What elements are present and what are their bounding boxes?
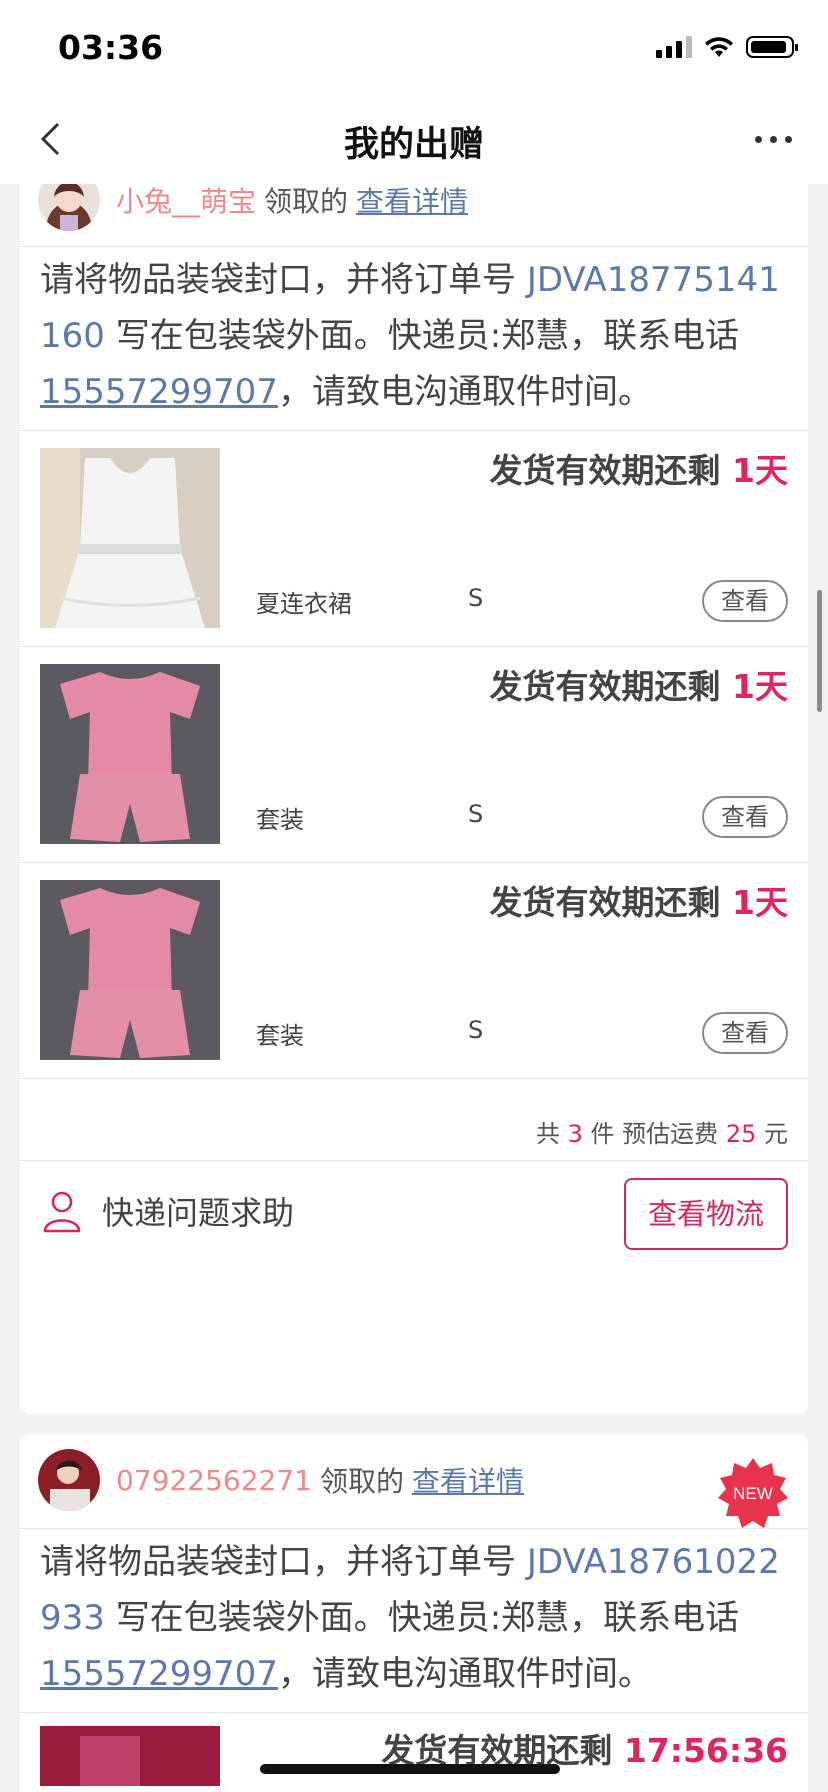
- item-photo: [40, 1726, 220, 1786]
- page-title: 我的出赠: [343, 125, 484, 165]
- status-bar: 03:36: [0, 0, 828, 96]
- item-size: S: [468, 800, 484, 828]
- deadline-value: 17:56:36: [623, 1731, 788, 1770]
- status-icons: [656, 36, 798, 58]
- scrollbar[interactable]: [817, 590, 822, 712]
- receiver-name: 07922562271: [116, 1463, 312, 1497]
- list-item: 发货有效期还剩 1天 夏连衣裙 S 查看: [20, 430, 808, 646]
- home-indicator[interactable]: [260, 1764, 560, 1774]
- item-size: S: [468, 584, 484, 612]
- avatar[interactable]: [38, 1449, 100, 1511]
- user-icon: [43, 1191, 81, 1233]
- divider: [20, 1528, 808, 1529]
- summary-text: 共: [536, 1120, 568, 1148]
- more-options-icon[interactable]: [755, 136, 792, 143]
- item-name: 套装: [256, 1022, 304, 1050]
- order-card: 小兔__萌宝 领取的 查看详情 请将物品装袋封口，并将订单号 JDVA18775…: [20, 184, 808, 1414]
- deadline-value: 1天: [732, 667, 788, 706]
- battery-icon: [746, 36, 798, 58]
- courier-help[interactable]: 快递问题求助: [42, 1188, 294, 1234]
- item-photo-dress: [40, 448, 220, 628]
- view-details-link[interactable]: 查看详情: [356, 184, 468, 220]
- list-item: 发货有效期还剩 1天 套装 S 查看: [20, 646, 808, 862]
- status-time: 03:36: [58, 28, 164, 67]
- order-summary: 共 3 件 预估运费 25 元: [536, 1114, 788, 1149]
- item-photo-set: [40, 880, 220, 1060]
- new-badge-text: NEW: [733, 1484, 773, 1503]
- ship-deadline: 发货有效期还剩 1天: [490, 444, 788, 492]
- help-label: 快递问题求助: [102, 1194, 295, 1232]
- received-label: 领取的: [319, 1465, 404, 1498]
- item-name: 套装: [256, 806, 304, 834]
- item-count: 3: [567, 1120, 583, 1148]
- view-item-button[interactable]: 查看: [702, 1012, 788, 1054]
- courier-phone-link[interactable]: 15557299707: [40, 1654, 278, 1694]
- receiver-row: 07922562271 领取的 查看详情: [20, 1440, 808, 1520]
- item-photo-set: [40, 664, 220, 844]
- deadline-label: 发货有效期还剩: [489, 451, 733, 490]
- deadline-value: 1天: [732, 883, 788, 922]
- receiver-name: 小兔__萌宝: [116, 185, 257, 218]
- instruction-text: 写在包装袋外面。快递员:郑慧，联系电话: [104, 1598, 740, 1638]
- ship-deadline: 发货有效期还剩 1天: [490, 876, 788, 924]
- ship-deadline: 发货有效期还剩 1天: [490, 660, 788, 708]
- cellular-signal-icon: [656, 36, 692, 58]
- order-card: 07922562271 领取的 查看详情 NEW 请将物品装袋封口，并将订单号 …: [20, 1434, 808, 1792]
- view-item-button[interactable]: 查看: [702, 580, 788, 622]
- divider: [20, 246, 808, 247]
- deadline-label: 发货有效期还剩: [489, 667, 733, 706]
- shipping-fee: 25: [725, 1120, 757, 1148]
- list-item: 发货有效期还剩 1天 套装 S 查看: [20, 862, 808, 1078]
- divider: [20, 1078, 808, 1079]
- new-badge-icon: NEW: [718, 1458, 788, 1528]
- avatar[interactable]: [38, 184, 100, 231]
- instruction-text: 请将物品装袋封口，并将订单号: [40, 1542, 527, 1582]
- deadline-value: 1天: [732, 451, 788, 490]
- instruction-text: ，请致电沟通取件时间。: [277, 1654, 652, 1694]
- divider: [20, 1160, 808, 1161]
- summary-text: 件 预估运费: [582, 1120, 726, 1148]
- courier-phone-link[interactable]: 15557299707: [40, 372, 278, 412]
- view-logistics-button[interactable]: 查看物流: [624, 1178, 788, 1250]
- divider: [20, 1712, 808, 1713]
- view-item-button[interactable]: 查看: [702, 796, 788, 838]
- instruction-text: 请将物品装袋封口，并将订单号: [40, 260, 527, 300]
- shipping-instruction: 请将物品装袋封口，并将订单号 JDVA18761022933 写在包装袋外面。快…: [40, 1534, 788, 1702]
- receiver-row: 小兔__萌宝 领取的 查看详情: [20, 184, 808, 240]
- received-label: 领取的: [264, 185, 349, 218]
- item-name: 夏连衣裙: [256, 590, 352, 618]
- nav-bar: 我的出赠: [0, 96, 828, 184]
- order-list[interactable]: 小兔__萌宝 领取的 查看详情 请将物品装袋封口，并将订单号 JDVA18775…: [0, 184, 828, 1792]
- shipping-instruction: 请将物品装袋封口，并将订单号 JDVA18775141160 写在包装袋外面。快…: [40, 252, 788, 420]
- deadline-label: 发货有效期还剩: [489, 883, 733, 922]
- item-size: S: [468, 1016, 484, 1044]
- instruction-text: ，请致电沟通取件时间。: [277, 372, 652, 412]
- view-details-link[interactable]: 查看详情: [412, 1460, 524, 1500]
- instruction-text: 写在包装袋外面。快递员:郑慧，联系电话: [104, 316, 740, 356]
- wifi-icon: [705, 37, 733, 57]
- summary-text: 元: [756, 1120, 788, 1148]
